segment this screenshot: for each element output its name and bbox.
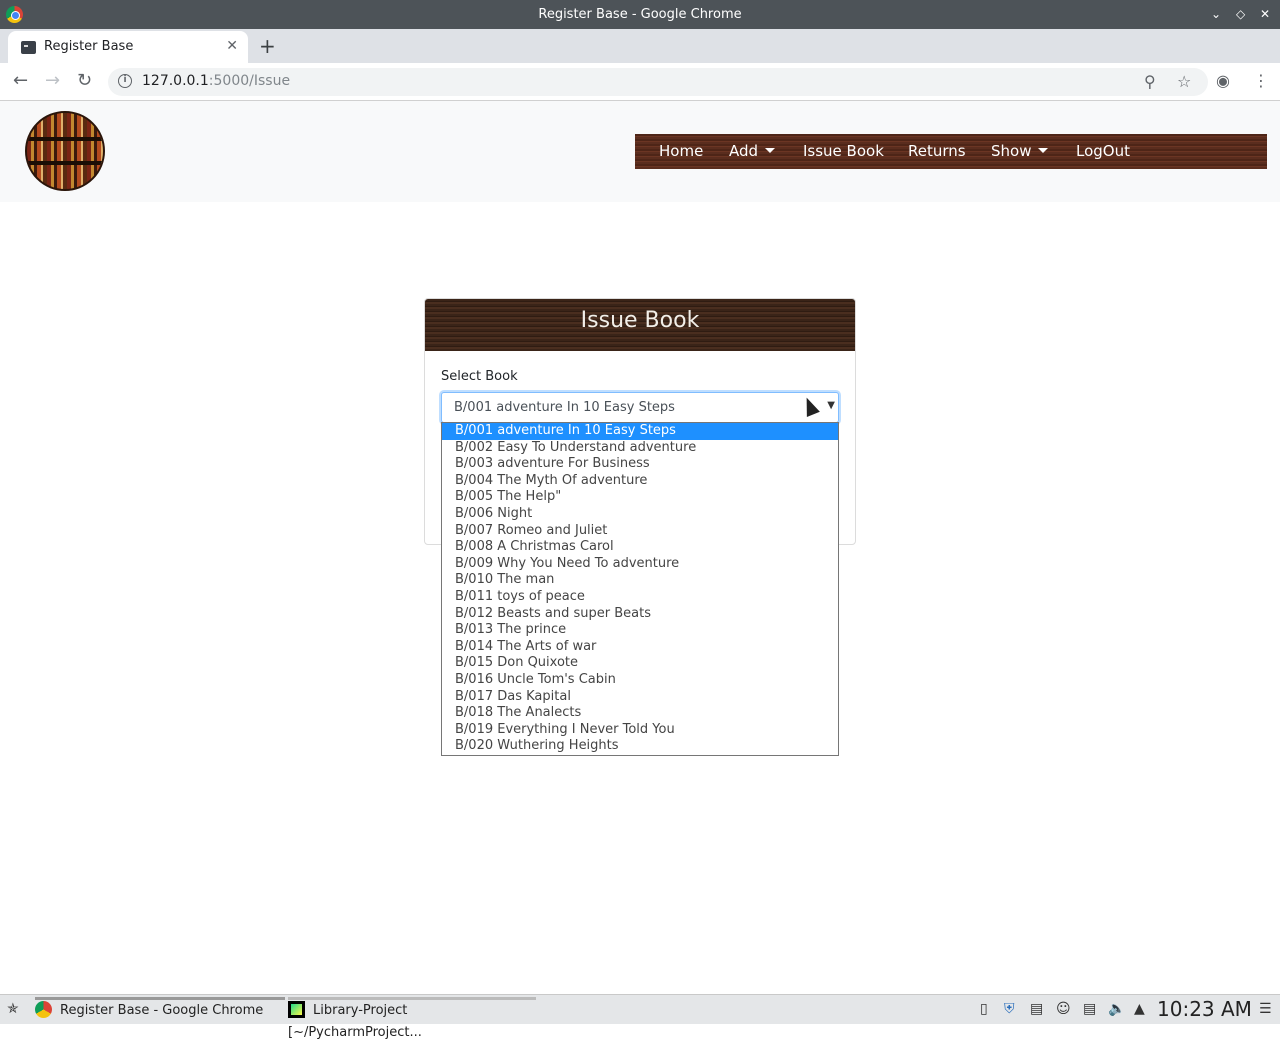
usb-icon[interactable]: ▯ <box>980 1001 988 1017</box>
pycharm-icon <box>288 1001 305 1018</box>
nav-add-label: Add <box>729 142 759 160</box>
users-icon[interactable]: ☺ <box>1056 1001 1071 1017</box>
task-chrome-label: Register Base - Google Chrome <box>60 1003 264 1018</box>
nav-issue-book[interactable]: Issue Book <box>803 142 884 160</box>
task-chrome[interactable]: Register Base - Google Chrome <box>35 997 285 1023</box>
book-option[interactable]: B/016 Uncle Tom's Cabin <box>442 672 838 689</box>
chrome-icon <box>6 6 23 23</box>
bookmark-star-icon[interactable]: ☆ <box>1177 72 1191 91</box>
book-select[interactable]: B/001 adventure In 10 Easy Steps ▼ <box>441 392 839 423</box>
nav-show-label: Show <box>991 142 1032 160</box>
book-option[interactable]: B/011 toys of peace <box>442 589 838 606</box>
book-option[interactable]: B/003 adventure For Business <box>442 456 838 473</box>
clock[interactable]: 10:23 AM <box>1157 997 1252 1021</box>
profile-icon[interactable]: ◉ <box>1216 71 1230 90</box>
book-option[interactable]: B/002 Easy To Understand adventure <box>442 440 838 457</box>
close-window-icon[interactable]: ✕ <box>1260 0 1270 29</box>
taskbar-menu-icon[interactable]: ☰ <box>1259 1001 1272 1017</box>
terminal-favicon-icon <box>21 41 36 54</box>
clipboard-icon[interactable]: ▤ <box>1083 1001 1096 1017</box>
tab-bar: Register Base ✕ + <box>0 29 1280 63</box>
app-launcher-icon[interactable]: ✯ <box>7 1001 19 1017</box>
window-titlebar: Register Base - Google Chrome ⌄ ◇ ✕ <box>0 0 1280 29</box>
book-option[interactable]: B/014 The Arts of war <box>442 639 838 656</box>
info-icon[interactable]: i <box>118 74 132 88</box>
book-select-value: B/001 adventure In 10 Easy Steps <box>454 400 675 415</box>
tab-title: Register Base <box>44 39 134 54</box>
tray-expand-icon[interactable]: ▲ <box>1134 1001 1145 1017</box>
url-host: 127.0.0.1 <box>142 73 209 89</box>
menu-dots-icon[interactable]: ⋮ <box>1253 71 1269 90</box>
select-book-label: Select Book <box>441 369 518 384</box>
nav-home[interactable]: Home <box>659 142 703 160</box>
maximize-icon[interactable]: ◇ <box>1236 0 1245 29</box>
main-nav: Home Add Issue Book Returns Show LogOut <box>635 134 1267 169</box>
shield-icon[interactable]: ⛨ <box>1004 1001 1015 1017</box>
browser-tab[interactable]: Register Base ✕ <box>8 31 248 63</box>
book-option[interactable]: B/005 The Help" <box>442 489 838 506</box>
book-option[interactable]: B/010 The man <box>442 572 838 589</box>
url-path: :5000/Issue <box>208 73 291 89</box>
nav-add[interactable]: Add <box>729 142 776 160</box>
minimize-icon[interactable]: ⌄ <box>1211 0 1221 29</box>
system-taskbar: ✯ Register Base - Google Chrome Library-… <box>0 994 1280 1040</box>
chrome-icon <box>35 1001 52 1018</box>
reload-icon[interactable]: ↻ <box>77 70 92 91</box>
book-option[interactable]: B/018 The Analects <box>442 705 838 722</box>
close-tab-icon[interactable]: ✕ <box>226 38 238 54</box>
url-text[interactable]: 127.0.0.1:5000/Issue <box>142 73 290 89</box>
caret-down-icon <box>765 148 776 153</box>
book-option[interactable]: B/017 Das Kapital <box>442 689 838 706</box>
nav-logout[interactable]: LogOut <box>1076 142 1130 160</box>
book-option[interactable]: B/020 Wuthering Heights <box>442 738 838 755</box>
book-option[interactable]: B/015 Don Quixote <box>442 655 838 672</box>
site-header: Home Add Issue Book Returns Show LogOut <box>0 101 1280 202</box>
address-bar[interactable]: i 127.0.0.1:5000/Issue ⚲ ☆ <box>108 68 1208 96</box>
card-title: Issue Book <box>425 299 855 351</box>
volume-icon[interactable]: 🔈 <box>1108 1001 1125 1017</box>
task-pycharm[interactable]: Library-Project [~/PycharmProject... <box>288 997 536 1040</box>
select-arrow-icon: ▼ <box>827 400 835 411</box>
book-options-list: B/001 adventure In 10 Easy Steps B/002 Ea… <box>441 422 839 756</box>
browser-toolbar: ← → ↻ i 127.0.0.1:5000/Issue ⚲ ☆ ◉ ⋮ <box>0 63 1280 101</box>
book-option[interactable]: B/019 Everything I Never Told You <box>442 722 838 739</box>
book-option[interactable]: B/001 adventure In 10 Easy Steps <box>442 423 838 440</box>
book-option[interactable]: B/009 Why You Need To adventure <box>442 556 838 573</box>
new-tab-icon[interactable]: + <box>259 34 276 58</box>
book-option[interactable]: B/006 Night <box>442 506 838 523</box>
book-option[interactable]: B/007 Romeo and Juliet <box>442 523 838 540</box>
zoom-icon[interactable]: ⚲ <box>1144 72 1156 91</box>
bookshelf-logo[interactable] <box>25 111 105 191</box>
book-option[interactable]: B/004 The Myth Of adventure <box>442 473 838 490</box>
nav-returns[interactable]: Returns <box>908 142 966 160</box>
window-title: Register Base - Google Chrome <box>538 7 742 22</box>
book-option[interactable]: B/013 The prince <box>442 622 838 639</box>
book-option[interactable]: B/012 Beasts and super Beats <box>442 606 838 623</box>
back-icon[interactable]: ← <box>13 70 28 91</box>
network-icon[interactable]: ▤ <box>1030 1001 1043 1017</box>
book-option[interactable]: B/008 A Christmas Carol <box>442 539 838 556</box>
task-pycharm-label: Library-Project [~/PycharmProject... <box>288 1003 422 1040</box>
caret-down-icon <box>1038 148 1049 153</box>
nav-show[interactable]: Show <box>991 142 1049 160</box>
forward-icon[interactable]: → <box>45 70 60 91</box>
